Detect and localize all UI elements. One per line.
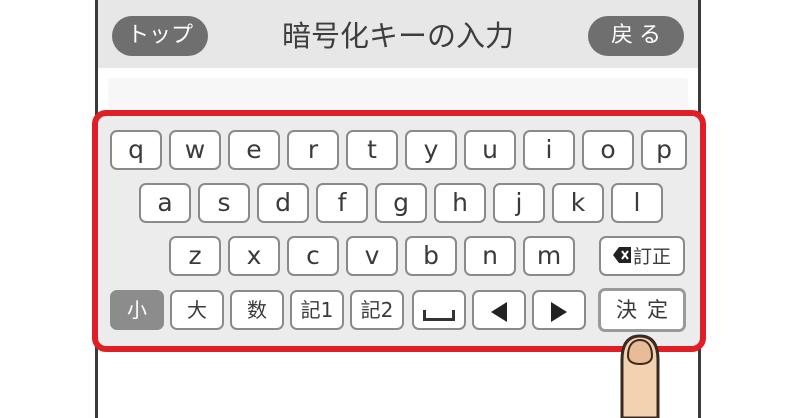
key-y[interactable]: y [405,130,457,170]
back-button[interactable]: 戻る [588,16,684,56]
key-m[interactable]: m [523,236,575,276]
top-button[interactable]: トップ [112,16,208,56]
key-o[interactable]: o [582,130,634,170]
left-arrow-icon [491,302,507,322]
key-j[interactable]: j [493,183,545,223]
key-n[interactable]: n [464,236,516,276]
finger-pointer-illustration [620,334,660,418]
key-k[interactable]: k [552,183,604,223]
cursor-right-key[interactable] [532,290,586,330]
cursor-left-key[interactable] [472,290,526,330]
mode-symbol2-key[interactable]: 記2 [350,290,404,330]
backspace-key[interactable]: 訂正 [599,236,685,276]
key-d[interactable]: d [257,183,309,223]
right-arrow-icon [551,302,567,322]
key-b[interactable]: b [405,236,457,276]
key-v[interactable]: v [346,236,398,276]
mode-large-key[interactable]: 大 [170,290,224,330]
key-g[interactable]: g [375,183,427,223]
backspace-label: 訂正 [632,246,671,268]
space-key[interactable] [412,290,466,330]
mode-small-key[interactable]: 小 [110,290,164,330]
key-e[interactable]: e [228,130,280,170]
encryption-key-input[interactable] [108,78,688,110]
key-r[interactable]: r [287,130,339,170]
mode-number-key[interactable]: 数 [230,290,284,330]
key-x[interactable]: x [228,236,280,276]
key-z[interactable]: z [169,236,221,276]
key-p[interactable]: p [641,130,687,170]
key-l[interactable]: l [611,183,663,223]
key-c[interactable]: c [287,236,339,276]
key-u[interactable]: u [464,130,516,170]
key-h[interactable]: h [434,183,486,223]
key-i[interactable]: i [523,130,575,170]
key-t[interactable]: t [346,130,398,170]
page-title: 暗号化キーの入力 [281,19,514,53]
header-bar: トップ 暗号化キーの入力 戻る [95,0,701,68]
backspace-icon [612,247,631,263]
key-f[interactable]: f [316,183,368,223]
key-w[interactable]: w [169,130,221,170]
key-q[interactable]: q [110,130,162,170]
space-icon [423,310,455,321]
key-a[interactable]: a [139,183,191,223]
key-s[interactable]: s [198,183,250,223]
mode-symbol1-key[interactable]: 記1 [290,290,344,330]
